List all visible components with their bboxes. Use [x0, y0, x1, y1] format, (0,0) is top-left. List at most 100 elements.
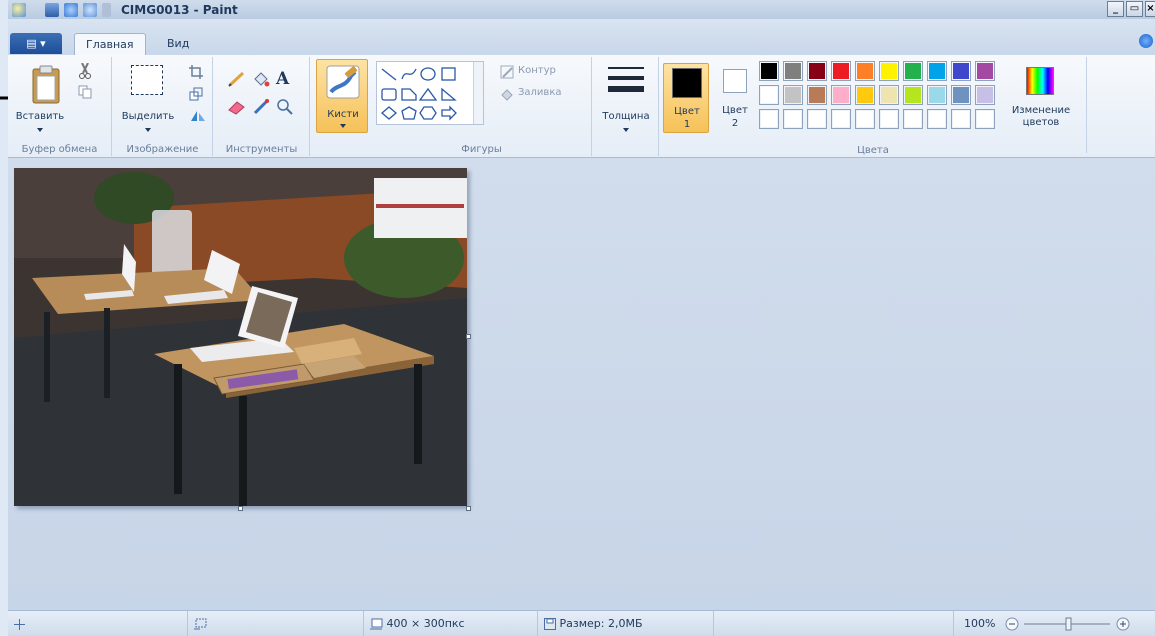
paste-icon[interactable] [30, 65, 62, 105]
group-label-tools: Инструменты [225, 144, 298, 155]
palette-swatch[interactable] [975, 61, 995, 81]
palette-swatch[interactable] [783, 85, 803, 105]
palette-swatch[interactable] [759, 61, 779, 81]
palette-swatch[interactable] [759, 109, 779, 129]
palette-swatch[interactable] [831, 85, 851, 105]
selection-size [188, 611, 364, 636]
tab-home[interactable]: Главная [74, 33, 146, 55]
palette-swatch-color [953, 111, 969, 127]
palette-swatch[interactable] [879, 85, 899, 105]
zoom-in-icon[interactable] [1116, 617, 1130, 631]
image-canvas[interactable] [14, 168, 467, 506]
palette-swatch[interactable] [927, 61, 947, 81]
fill-shape-icon[interactable] [500, 87, 514, 101]
paste-dropdown-icon[interactable] [37, 128, 43, 132]
close-button[interactable]: × [1145, 1, 1155, 17]
palette-swatch[interactable] [927, 85, 947, 105]
cut-icon[interactable] [78, 63, 92, 79]
rotate-icon[interactable] [189, 109, 209, 123]
redo-icon[interactable] [83, 2, 97, 17]
palette-swatch-color [809, 87, 825, 103]
eraser-icon[interactable] [228, 99, 246, 115]
disk-icon [544, 618, 556, 630]
palette-swatch[interactable] [927, 109, 947, 129]
resize-icon[interactable] [189, 87, 203, 101]
palette-swatch[interactable] [879, 61, 899, 81]
palette-swatch-color [881, 87, 897, 103]
palette-swatch-color [761, 63, 777, 79]
size-button[interactable]: Толщина [593, 111, 659, 122]
brushes-label: Кисти [327, 109, 359, 120]
zoom-out-icon[interactable] [1005, 617, 1019, 631]
file-size-text: Размер: 2,0МБ [559, 617, 643, 630]
maximize-button[interactable]: ▭ [1126, 1, 1143, 17]
outline-icon[interactable] [500, 65, 514, 79]
palette-swatch[interactable] [831, 109, 851, 129]
crop-icon[interactable] [189, 65, 203, 79]
color1-button[interactable]: Цвет 1 [663, 63, 709, 133]
select-button[interactable]: Выделить [115, 111, 181, 122]
resize-handle-bottom[interactable] [238, 506, 243, 511]
palette-swatch[interactable] [783, 109, 803, 129]
zoom-slider[interactable] [1022, 617, 1112, 631]
palette-swatch[interactable] [855, 109, 875, 129]
save-icon[interactable] [45, 2, 59, 17]
tab-view[interactable]: Вид [156, 33, 200, 55]
help-icon[interactable] [1139, 34, 1153, 48]
color1-swatch [672, 68, 702, 98]
palette-swatch[interactable] [903, 109, 923, 129]
undo-icon[interactable] [64, 2, 78, 17]
palette-swatch[interactable] [807, 61, 827, 81]
copy-icon[interactable] [78, 85, 92, 99]
size-dropdown-icon[interactable] [623, 128, 629, 132]
palette-swatch-color [761, 111, 777, 127]
fill-icon[interactable] [252, 70, 270, 88]
resize-handle-right[interactable] [466, 334, 471, 339]
fill-shape-button[interactable]: Заливка [518, 87, 562, 98]
palette-swatch-color [881, 63, 897, 79]
palette-swatch[interactable] [903, 61, 923, 81]
shapes-scroll-bar[interactable] [473, 62, 483, 124]
palette-swatch[interactable] [831, 61, 851, 81]
palette-swatch[interactable] [855, 61, 875, 81]
palette-swatch[interactable] [975, 85, 995, 105]
palette-swatch[interactable] [951, 85, 971, 105]
resize-handle-corner[interactable] [466, 506, 471, 511]
image-size-icon [370, 618, 383, 630]
window-controls: _ ▭ × [1107, 1, 1155, 17]
group-label-colors: Цвета [857, 145, 889, 156]
color2-button[interactable]: Цвет 2 [715, 63, 755, 133]
text-icon[interactable]: A [276, 69, 289, 89]
brushes-button[interactable]: Кисти [316, 59, 368, 133]
pencil-icon[interactable] [228, 71, 246, 87]
magnifier-icon[interactable] [276, 98, 294, 116]
palette-swatch[interactable] [879, 109, 899, 129]
ribbon: Вставить Буфер обмена Выделить Изображен… [8, 55, 1155, 158]
color-picker-icon[interactable] [252, 98, 270, 116]
paint-app-icon[interactable] [12, 2, 26, 17]
palette-swatch[interactable] [903, 85, 923, 105]
palette-swatch[interactable] [975, 109, 995, 129]
size-icon[interactable] [608, 65, 644, 99]
cursor-position [8, 611, 188, 636]
palette-swatch[interactable] [951, 61, 971, 81]
palette-swatch-color [857, 111, 873, 127]
select-icon[interactable] [131, 65, 163, 95]
paint-menu-button[interactable]: ▤ ▾ [10, 33, 62, 54]
outline-button[interactable]: Контур [518, 65, 556, 76]
customize-qat-icon[interactable] [102, 2, 111, 17]
edit-colors-label-line2: цветов [1022, 117, 1060, 128]
palette-swatch[interactable] [855, 85, 875, 105]
select-dropdown-icon[interactable] [145, 128, 151, 132]
palette-swatch[interactable] [783, 61, 803, 81]
palette-swatch-color [857, 87, 873, 103]
palette-swatch[interactable] [807, 109, 827, 129]
palette-swatch[interactable] [807, 85, 827, 105]
palette-swatch[interactable] [759, 85, 779, 105]
paste-button[interactable]: Вставить [8, 111, 72, 122]
color2-number: 2 [731, 118, 739, 129]
minimize-button[interactable]: _ [1107, 1, 1124, 17]
edit-colors-button[interactable]: Изменение цветов [1012, 63, 1070, 133]
canvas-area[interactable] [8, 158, 1155, 610]
palette-swatch[interactable] [951, 109, 971, 129]
